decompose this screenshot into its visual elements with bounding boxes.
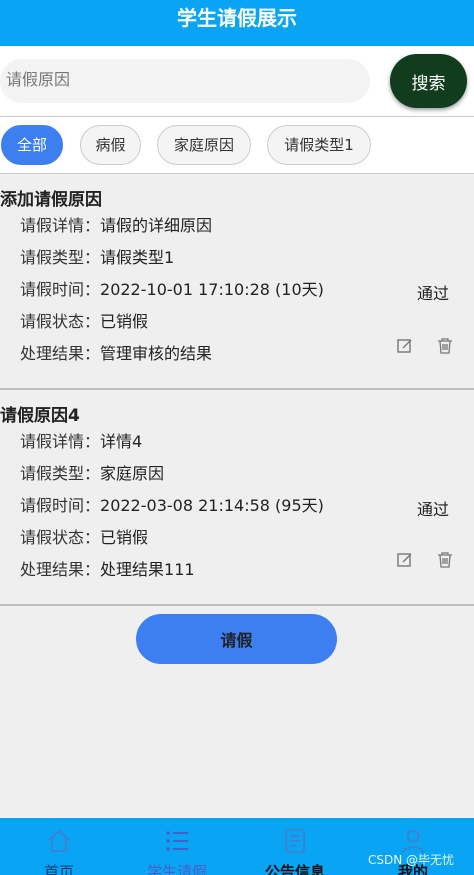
detail-label: 请假详情： [20, 432, 101, 451]
search-bar: 搜索 [0, 46, 474, 117]
state-value: 已销假 [100, 312, 149, 331]
filter-chip-type1[interactable]: 请假类型1 [267, 125, 371, 165]
tab-announcements[interactable]: 公告信息 [236, 818, 354, 875]
tab-home[interactable]: 首页 [0, 818, 118, 875]
time-label: 请假时间： [20, 280, 101, 299]
state-value: 已销假 [100, 528, 149, 547]
page-title: 学生请假展示 [177, 6, 297, 30]
delete-icon[interactable] [436, 551, 456, 571]
record-title: 添加请假原因 [0, 190, 102, 210]
record-state-row: 请假状态：已销假 [20, 524, 148, 548]
filter-chip-family[interactable]: 家庭原因 [157, 125, 251, 165]
time-value: 2022-10-01 17:10:28 (10天) [100, 280, 324, 299]
record-detail-row: 请假详情：请假的详细原因 [20, 212, 212, 236]
state-label: 请假状态： [20, 528, 101, 547]
detail-label: 请假详情： [20, 216, 101, 235]
request-leave-button[interactable]: 请假 [136, 614, 337, 664]
type-value: 请假类型1 [100, 248, 175, 267]
filter-chips: 全部 病假 家庭原因 请假类型1 [0, 117, 474, 174]
list-icon [166, 831, 188, 851]
watermark: CSDN @毕无忧 [368, 853, 455, 867]
state-label: 请假状态： [20, 312, 101, 331]
type-value: 家庭原因 [100, 464, 165, 483]
record-time-row: 请假时间：2022-03-08 21:14:58 (95天) [20, 492, 324, 516]
record-state-row: 请假状态：已销假 [20, 308, 148, 332]
type-label: 请假类型： [20, 464, 101, 483]
detail-value: 请假的详细原因 [100, 216, 213, 235]
document-icon [285, 829, 305, 853]
record-type-row: 请假类型：请假类型1 [20, 244, 174, 268]
page-header: 学生请假展示 [0, 0, 474, 46]
detail-value: 详情4 [100, 432, 143, 451]
search-input[interactable] [0, 59, 370, 103]
record-result-row: 处理结果：管理审核的结果 [20, 340, 212, 364]
record-divider [0, 604, 474, 606]
time-label: 请假时间： [20, 496, 101, 515]
home-icon [48, 829, 70, 852]
filter-chip-all[interactable]: 全部 [1, 125, 63, 165]
filter-chip-sick[interactable]: 病假 [80, 125, 141, 165]
record-time-row: 请假时间：2022-10-01 17:10:28 (10天) [20, 276, 324, 300]
search-button[interactable]: 搜索 [390, 54, 467, 108]
approval-status: 通过 [417, 284, 450, 303]
type-label: 请假类型： [20, 248, 101, 267]
result-label: 处理结果： [20, 560, 101, 579]
delete-icon[interactable] [436, 337, 456, 357]
edit-icon[interactable] [396, 337, 416, 357]
tab-label: 首页 [43, 863, 74, 875]
record-divider [0, 388, 474, 390]
tab-student-leave[interactable]: 学生请假 [118, 818, 236, 875]
tab-label: 公告信息 [264, 863, 325, 875]
result-value: 处理结果111 [100, 560, 195, 579]
record-type-row: 请假类型：家庭原因 [20, 460, 164, 484]
record-detail-row: 请假详情：详情4 [20, 428, 142, 452]
record-title: 请假原因4 [0, 406, 80, 426]
result-label: 处理结果： [20, 344, 101, 363]
leave-record: 请假原因4 请假详情：详情4 请假类型：家庭原因 请假时间：2022-03-08… [0, 398, 474, 604]
record-result-row: 处理结果：处理结果111 [20, 556, 195, 580]
approval-status: 通过 [417, 500, 450, 519]
time-value: 2022-03-08 21:14:58 (95天) [100, 496, 324, 515]
tab-label: 学生请假 [146, 863, 207, 875]
leave-record: 添加请假原因 请假详情：请假的详细原因 请假类型：请假类型1 请假时间：2022… [0, 182, 474, 388]
result-value: 管理审核的结果 [100, 344, 213, 363]
edit-icon[interactable] [396, 551, 416, 571]
